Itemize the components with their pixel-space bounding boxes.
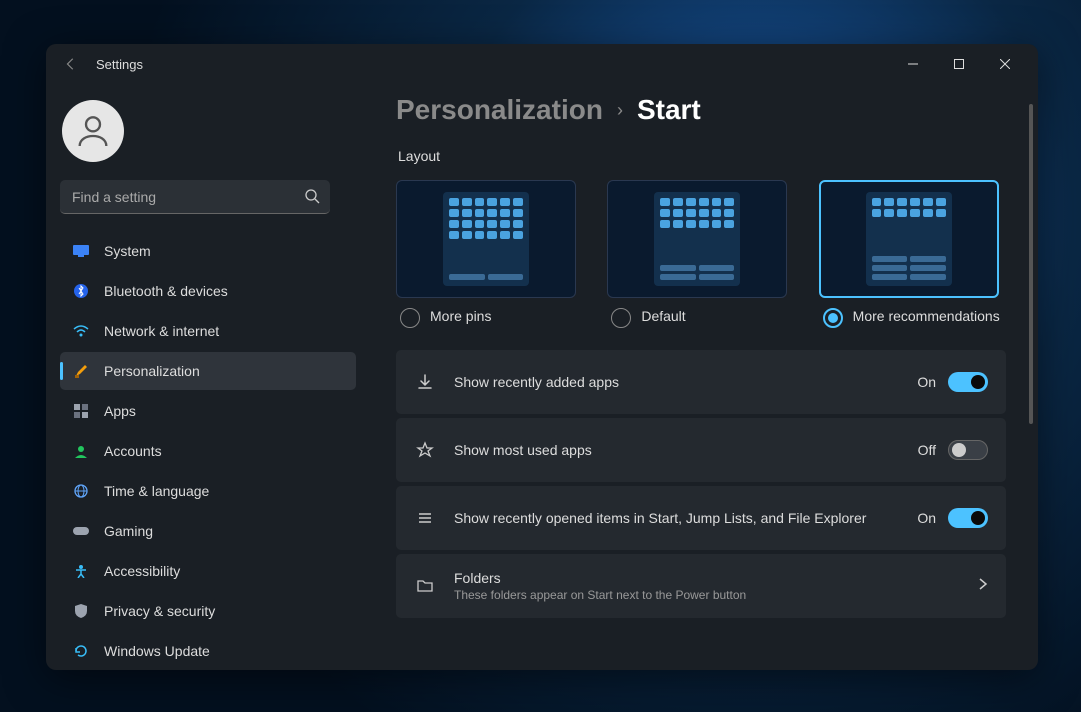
- update-icon: [72, 642, 90, 660]
- chevron-right-icon: [978, 577, 988, 596]
- breadcrumb-parent[interactable]: Personalization: [396, 94, 603, 126]
- window-controls: [890, 48, 1028, 80]
- nav-list: System Bluetooth & devices Network & int…: [60, 232, 362, 670]
- setting-label: Folders: [454, 570, 960, 586]
- titlebar: Settings: [46, 44, 1038, 84]
- sidebar-item-label: Accounts: [104, 443, 162, 459]
- radio-checked-icon[interactable]: [823, 308, 843, 328]
- sidebar-item-label: Windows Update: [104, 643, 210, 659]
- layout-thumb: [607, 180, 787, 298]
- toggle-state: On: [917, 374, 936, 390]
- sidebar-item-label: Personalization: [104, 363, 200, 379]
- search-input[interactable]: [60, 180, 330, 214]
- sidebar-item-accessibility[interactable]: Accessibility: [60, 552, 356, 590]
- toggle-state: Off: [918, 442, 936, 458]
- sidebar-item-windows-update[interactable]: Windows Update: [60, 632, 356, 670]
- breadcrumb: Personalization › Start: [396, 94, 1006, 126]
- search-field[interactable]: [60, 180, 362, 214]
- layout-option-more-pins[interactable]: More pins: [396, 180, 583, 328]
- setting-label-wrap: Folders These folders appear on Start ne…: [454, 570, 960, 602]
- sidebar-item-network[interactable]: Network & internet: [60, 312, 356, 350]
- apps-icon: [72, 402, 90, 420]
- sidebar-item-label: System: [104, 243, 151, 259]
- paintbrush-icon: [72, 362, 90, 380]
- app-title: Settings: [96, 57, 143, 72]
- sidebar: System Bluetooth & devices Network & int…: [46, 84, 376, 670]
- back-button[interactable]: [56, 49, 86, 79]
- globe-icon: [72, 482, 90, 500]
- toggle-state: On: [917, 510, 936, 526]
- layout-section-title: Layout: [398, 148, 1006, 164]
- setting-sublabel: These folders appear on Start next to th…: [454, 588, 960, 602]
- sidebar-item-label: Accessibility: [104, 563, 180, 579]
- layout-thumb: [819, 180, 999, 298]
- list-icon: [414, 507, 436, 529]
- page-title: Start: [637, 94, 701, 126]
- sidebar-item-apps[interactable]: Apps: [60, 392, 356, 430]
- shield-icon: [72, 602, 90, 620]
- sidebar-item-gaming[interactable]: Gaming: [60, 512, 356, 550]
- setting-label: Show recently opened items in Start, Jum…: [454, 510, 899, 526]
- radio-unchecked-icon[interactable]: [400, 308, 420, 328]
- sidebar-item-accounts[interactable]: Accounts: [60, 432, 356, 470]
- setting-label: Show recently added apps: [454, 374, 899, 390]
- setting-label: Show most used apps: [454, 442, 900, 458]
- toggle-off[interactable]: [948, 440, 988, 460]
- search-icon: [304, 188, 320, 209]
- user-avatar[interactable]: [62, 100, 124, 162]
- display-icon: [72, 242, 90, 260]
- sidebar-item-personalization[interactable]: Personalization: [60, 352, 356, 390]
- chevron-right-icon: ›: [617, 100, 623, 121]
- scrollbar[interactable]: [1028, 104, 1034, 660]
- sidebar-item-label: Network & internet: [104, 323, 219, 339]
- sidebar-item-label: Gaming: [104, 523, 153, 539]
- layout-thumb: [396, 180, 576, 298]
- radio-unchecked-icon[interactable]: [611, 308, 631, 328]
- toggle-on[interactable]: [948, 372, 988, 392]
- wifi-icon: [72, 322, 90, 340]
- sidebar-item-time-language[interactable]: Time & language: [60, 472, 356, 510]
- layout-option-label: Default: [641, 308, 685, 324]
- setting-recent-items[interactable]: Show recently opened items in Start, Jum…: [396, 486, 1006, 550]
- layout-option-label: More pins: [430, 308, 491, 324]
- gamepad-icon: [72, 522, 90, 540]
- layout-option-label: More recommendations: [853, 308, 1000, 324]
- setting-folders[interactable]: Folders These folders appear on Start ne…: [396, 554, 1006, 618]
- main-panel: Personalization › Start Layout: [376, 84, 1038, 670]
- setting-recently-added[interactable]: Show recently added apps On: [396, 350, 1006, 414]
- layout-option-more-recommendations[interactable]: More recommendations: [819, 180, 1006, 328]
- sidebar-item-label: Apps: [104, 403, 136, 419]
- layout-option-default[interactable]: Default: [607, 180, 794, 328]
- close-button[interactable]: [982, 48, 1028, 80]
- sidebar-item-label: Privacy & security: [104, 603, 215, 619]
- layout-options: More pins Default: [396, 180, 1006, 328]
- bluetooth-icon: [72, 282, 90, 300]
- download-icon: [414, 371, 436, 393]
- person-icon: [72, 442, 90, 460]
- sidebar-item-privacy[interactable]: Privacy & security: [60, 592, 356, 630]
- accessibility-icon: [72, 562, 90, 580]
- sidebar-item-label: Bluetooth & devices: [104, 283, 228, 299]
- sidebar-item-system[interactable]: System: [60, 232, 356, 270]
- sidebar-item-bluetooth[interactable]: Bluetooth & devices: [60, 272, 356, 310]
- minimize-button[interactable]: [890, 48, 936, 80]
- content-scroll[interactable]: Personalization › Start Layout: [396, 94, 1028, 670]
- star-icon: [414, 439, 436, 461]
- setting-most-used[interactable]: Show most used apps Off: [396, 418, 1006, 482]
- maximize-button[interactable]: [936, 48, 982, 80]
- sidebar-item-label: Time & language: [104, 483, 209, 499]
- settings-window: Settings System: [46, 44, 1038, 670]
- toggle-on[interactable]: [948, 508, 988, 528]
- folder-icon: [414, 575, 436, 597]
